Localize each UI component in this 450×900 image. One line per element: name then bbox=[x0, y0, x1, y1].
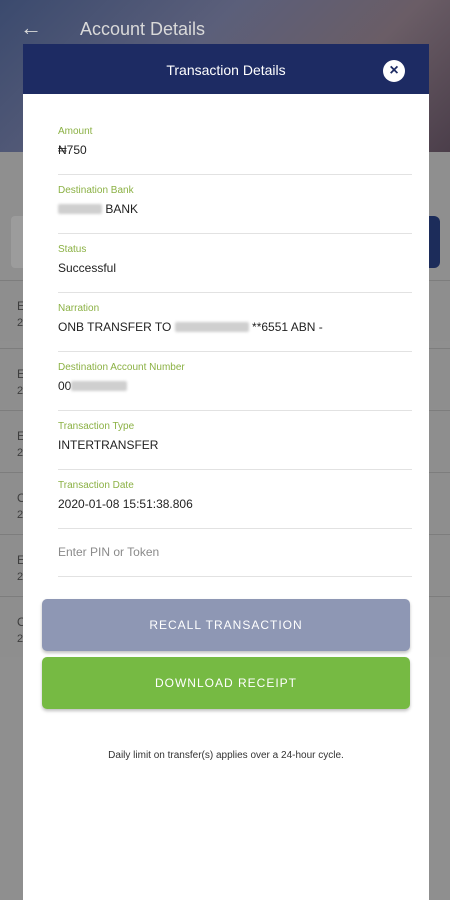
destination-bank-label: Destination Bank bbox=[58, 185, 134, 196]
narration-field: Narration ONB TRANSFER TO **6551 ABN - bbox=[58, 293, 412, 352]
transaction-details-modal: Transaction Details × Amount ₦750 Destin… bbox=[23, 44, 429, 900]
daily-limit-note: Daily limit on transfer(s) applies over … bbox=[108, 750, 344, 761]
narration-value: ONB TRANSFER TO **6551 ABN - bbox=[58, 320, 323, 334]
transaction-type-field: Transaction Type INTERTRANSFER bbox=[58, 411, 412, 470]
background-tab-active bbox=[428, 216, 440, 268]
download-receipt-button[interactable]: DOWNLOAD RECEIPT bbox=[42, 657, 410, 709]
amount-label: Amount bbox=[58, 126, 93, 137]
redacted-text bbox=[174, 322, 249, 332]
status-value: Successful bbox=[58, 261, 117, 275]
pin-field bbox=[58, 528, 412, 577]
amount-field: Amount ₦750 bbox=[58, 116, 412, 175]
destination-account-field: Destination Account Number 00 bbox=[58, 352, 412, 411]
destination-account-value: 00 bbox=[58, 379, 128, 393]
destination-account-label: Destination Account Number bbox=[58, 362, 185, 373]
transaction-type-label: Transaction Type bbox=[58, 421, 135, 432]
modal-title: Transaction Details bbox=[166, 62, 286, 78]
background-title: Account Details bbox=[80, 19, 206, 39]
redacted-text bbox=[71, 381, 128, 391]
transaction-type-value: INTERTRANSFER bbox=[58, 438, 159, 452]
pin-input[interactable] bbox=[58, 542, 412, 562]
status-field: Status Successful bbox=[58, 234, 412, 293]
destination-bank-field: Destination Bank BANK bbox=[58, 175, 412, 234]
transaction-date-field: Transaction Date 2020-01-08 15:51:38.806 bbox=[58, 470, 412, 529]
recall-transaction-button[interactable]: RECALL TRANSACTION bbox=[42, 599, 410, 651]
status-label: Status bbox=[58, 244, 87, 255]
amount-value: ₦750 bbox=[58, 143, 87, 157]
close-icon[interactable]: × bbox=[383, 60, 405, 82]
transaction-date-label: Transaction Date bbox=[58, 480, 134, 491]
destination-bank-value: BANK bbox=[58, 202, 138, 216]
redacted-text bbox=[58, 204, 102, 214]
back-arrow-icon[interactable]: ← bbox=[20, 16, 44, 40]
narration-label: Narration bbox=[58, 303, 100, 314]
transaction-date-value: 2020-01-08 15:51:38.806 bbox=[58, 497, 193, 511]
modal-header: Transaction Details × bbox=[23, 44, 429, 94]
